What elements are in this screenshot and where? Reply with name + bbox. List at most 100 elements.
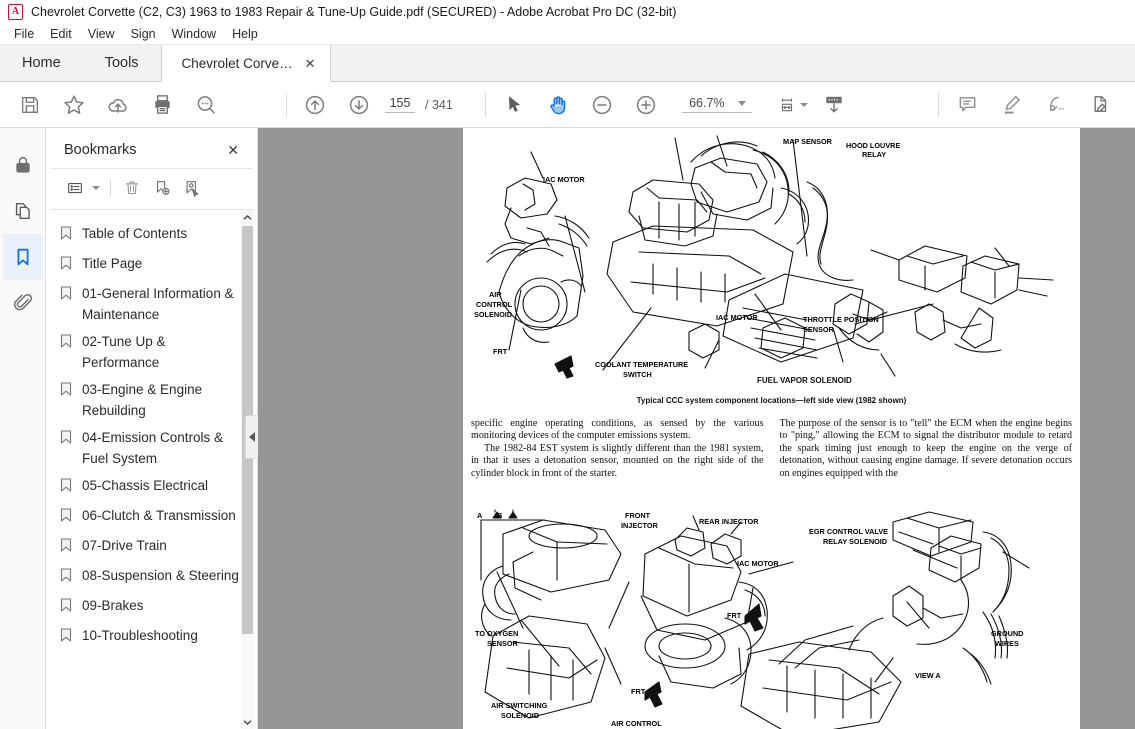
bookmark-label: 01-General Information & Maintenance [82, 286, 234, 322]
document-viewport[interactable]: IAC MOTOR MAP SENSOR HOOD LOUVRE RELAY A… [258, 128, 1135, 729]
svg-text:SOLENOID: SOLENOID [501, 711, 539, 720]
bookmark-label: 09-Brakes [82, 598, 144, 613]
list-item[interactable]: 10-Troubleshooting [46, 622, 257, 652]
list-item[interactable]: Table of Contents [46, 220, 257, 250]
bookmarks-scrollbar[interactable] [241, 210, 254, 729]
next-page-button[interactable] [337, 85, 381, 125]
bookmark-icon [60, 334, 72, 355]
tab-tools[interactable]: Tools [83, 45, 161, 81]
bookmark-icon [60, 478, 72, 499]
sign-button[interactable] [1033, 85, 1077, 125]
tab-home-label: Home [22, 55, 61, 71]
close-icon[interactable]: ✕ [305, 57, 316, 70]
bookmark-icon [60, 568, 72, 589]
hand-tool-button[interactable] [536, 85, 580, 125]
list-item[interactable]: 02-Tune Up & Performance [46, 328, 257, 376]
cloud-upload-button[interactable] [96, 85, 140, 125]
list-item[interactable]: 05-Chassis Electrical [46, 472, 257, 502]
svg-text:AIR CONTROL: AIR CONTROL [611, 719, 662, 728]
chevron-down-icon[interactable] [737, 100, 746, 106]
svg-text:RELAY: RELAY [862, 150, 886, 159]
figure-ccc-left-side-view: IAC MOTOR MAP SENSOR HOOD LOUVRE RELAY A… [463, 132, 1080, 387]
close-icon[interactable]: ✕ [227, 143, 239, 157]
save-button[interactable] [8, 85, 52, 125]
security-lock-icon[interactable] [3, 142, 43, 188]
bookmark-label: 02-Tune Up & Performance [82, 334, 166, 370]
svg-text:THROTTLE POSITION: THROTTLE POSITION [803, 315, 879, 324]
svg-text:GROUND: GROUND [991, 629, 1023, 638]
bookmark-icon [60, 382, 72, 403]
menu-file[interactable]: File [6, 25, 42, 43]
svg-text:IAC MOTOR: IAC MOTOR [543, 175, 585, 184]
pdf-page: IAC MOTOR MAP SENSOR HOOD LOUVRE RELAY A… [463, 128, 1080, 729]
favorite-star-button[interactable] [52, 85, 96, 125]
svg-text:SOLENOID: SOLENOID [474, 310, 512, 319]
bookmark-label: Title Page [82, 256, 143, 271]
bookmarks-list[interactable]: Table of Contents Title Page 01-General … [46, 210, 257, 729]
highlight-button[interactable] [989, 85, 1033, 125]
svg-text:FRT: FRT [493, 347, 508, 356]
page-display-button[interactable] [812, 85, 856, 125]
list-item[interactable]: 04-Emission Controls & Fuel System [46, 424, 257, 472]
menu-edit[interactable]: Edit [42, 25, 80, 43]
paragraph: The 1982-84 EST system is slightly diffe… [471, 442, 764, 479]
page-navigation: / 341 [385, 96, 453, 113]
page-number-input[interactable] [385, 96, 415, 113]
delete-bookmark-icon[interactable] [117, 175, 147, 201]
list-item[interactable]: 07-Drive Train [46, 532, 257, 562]
menu-window[interactable]: Window [164, 25, 224, 43]
toolbar-divider-3 [938, 92, 939, 117]
bookmark-icon [60, 286, 72, 307]
list-item[interactable]: 08-Suspension & Steering [46, 562, 257, 592]
svg-text:B: B [497, 511, 502, 520]
tab-home[interactable]: Home [0, 45, 83, 81]
list-item[interactable]: Title Page [46, 250, 257, 280]
list-item[interactable]: 09-Brakes [46, 592, 257, 622]
previous-page-button[interactable] [293, 85, 337, 125]
list-item[interactable]: 06-Clutch & Transmission [46, 502, 257, 532]
bookmark-label: 05-Chassis Electrical [82, 478, 209, 493]
fit-page-chevron-down-icon[interactable] [799, 102, 808, 107]
comment-button[interactable] [945, 85, 989, 125]
options-list-icon[interactable] [60, 175, 90, 201]
zoom-in-button[interactable] [624, 85, 668, 125]
toolbar-right-group [932, 85, 1135, 125]
print-button[interactable] [140, 85, 184, 125]
select-tool-button[interactable] [492, 85, 536, 125]
menu-view[interactable]: View [80, 25, 123, 43]
list-item[interactable]: 03-Engine & Engine Rebuilding [46, 376, 257, 424]
svg-text:INJECTOR: INJECTOR [621, 521, 658, 530]
menu-help[interactable]: Help [224, 25, 266, 43]
bookmarks-toolbar [50, 169, 253, 210]
bookmark-icon [60, 538, 72, 559]
new-bookmark-icon[interactable] [147, 175, 177, 201]
search-icon[interactable] [184, 85, 228, 125]
figure-ccc-component-locations-view-a: A B FRONT INJECTOR REAR INJECTOR IAC MOT… [463, 508, 1080, 729]
toolbar-divider-2 [484, 92, 486, 117]
bookmark-icon [60, 430, 72, 451]
svg-text:SENSOR: SENSOR [803, 325, 835, 334]
zoom-level-control[interactable]: 66.7% [681, 96, 752, 113]
tab-document[interactable]: Chevrolet Corvette ... ✕ [160, 45, 331, 82]
scroll-down-icon[interactable] [241, 715, 254, 729]
options-chevron-down-icon[interactable] [92, 186, 100, 190]
page-thumbnails-icon[interactable] [3, 188, 43, 234]
zoom-out-button[interactable] [580, 85, 624, 125]
attachments-icon[interactable] [3, 280, 43, 326]
list-item[interactable]: 01-General Information & Maintenance [46, 280, 257, 328]
collapse-panel-button[interactable] [245, 415, 258, 459]
fit-page-button[interactable] [778, 85, 812, 125]
bookmarks-icon[interactable] [2, 234, 43, 280]
bookmark-icon [60, 226, 72, 247]
body-text-columns: specific engine operating conditions, as… [471, 418, 1072, 480]
svg-text:FRT: FRT [631, 687, 646, 696]
svg-text:SENSOR: SENSOR [487, 639, 519, 648]
zoom-level-value: 66.7% [689, 96, 725, 110]
svg-text:MAP SENSOR: MAP SENSOR [783, 137, 833, 146]
scroll-up-icon[interactable] [241, 210, 254, 224]
bookmark-cursor-icon[interactable] [177, 175, 207, 201]
menu-sign[interactable]: Sign [123, 25, 164, 43]
bookmark-label: Table of Contents [82, 226, 188, 241]
bookmark-label: 07-Drive Train [82, 538, 167, 553]
fill-and-sign-button[interactable] [1077, 85, 1121, 125]
